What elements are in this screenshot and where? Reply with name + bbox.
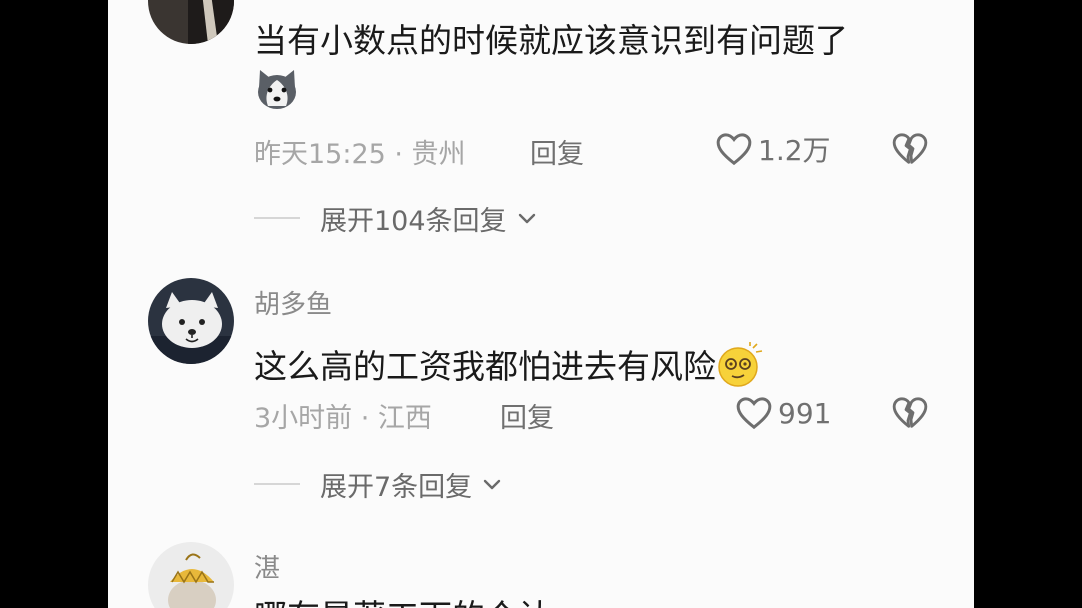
comment-list: 当有小数点的时候就应该意识到有问题了 昨天15:25 · 贵州 回复 1.2万 …: [108, 0, 974, 608]
divider-line: [254, 483, 300, 485]
like-button[interactable]: 991: [734, 393, 831, 433]
divider-line: [254, 217, 300, 219]
username[interactable]: 胡多鱼: [254, 284, 332, 321]
reply-button[interactable]: 回复: [530, 132, 584, 171]
chevron-down-icon: [480, 472, 504, 496]
like-count: 991: [778, 396, 832, 430]
comment-text: 这么高的工资我都怕进去有风险: [254, 340, 764, 396]
reply-button[interactable]: 回复: [500, 396, 554, 435]
comment-meta: 昨天15:25 · 贵州: [254, 139, 466, 170]
comment-text: 哪有是著工下的个认: [254, 590, 551, 608]
like-count: 1.2万: [758, 134, 831, 167]
heart-icon: [736, 397, 772, 430]
avatar[interactable]: [148, 0, 234, 44]
dislike-broken-heart-icon[interactable]: [890, 129, 930, 169]
like-button[interactable]: 1.2万: [714, 129, 831, 169]
comment-meta: 3小时前 · 江西: [254, 403, 432, 434]
husky-emoji-icon: [254, 66, 300, 112]
avatar[interactable]: [148, 542, 234, 608]
expand-replies-button[interactable]: 展开7条回复: [254, 464, 504, 504]
avatar[interactable]: [148, 278, 234, 364]
comment-text: 当有小数点的时候就应该意识到有问题了: [254, 21, 848, 60]
username[interactable]: 湛: [254, 548, 280, 585]
expand-replies-label: 展开104条回复: [320, 205, 507, 237]
dizzy-face-emoji-icon: [716, 341, 764, 396]
chevron-down-icon: [515, 206, 539, 230]
dislike-broken-heart-icon[interactable]: [890, 393, 930, 433]
expand-replies-button[interactable]: 展开104条回复: [254, 198, 539, 238]
comment-text-content: 这么高的工资我都怕进去有风险: [254, 347, 716, 386]
heart-icon: [716, 133, 752, 166]
expand-replies-label: 展开7条回复: [320, 471, 473, 503]
